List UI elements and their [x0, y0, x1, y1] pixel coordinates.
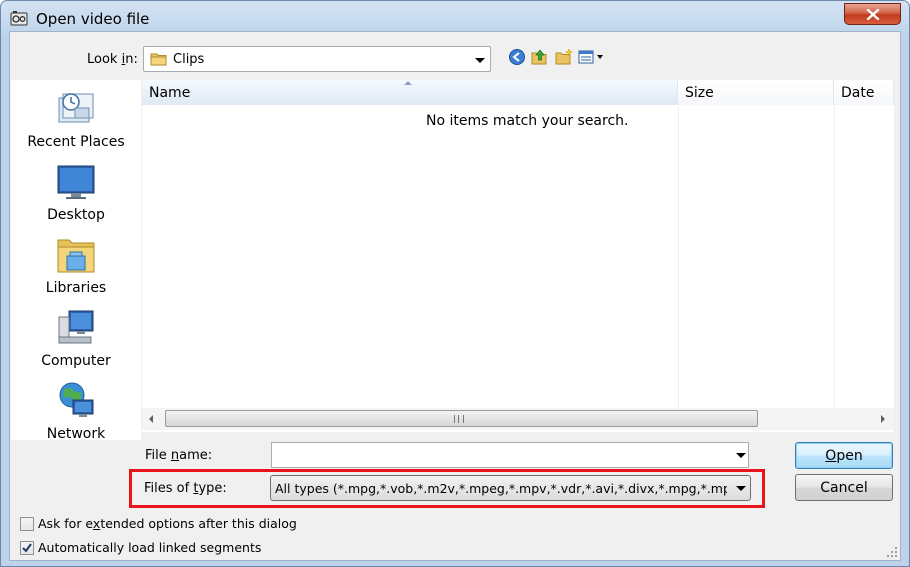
close-icon [866, 9, 880, 20]
open-video-dialog: Open video file Look in: Clips Recent Pl… [0, 0, 910, 567]
chevron-down-icon[interactable] [475, 58, 485, 63]
window-title: Open video file [36, 10, 150, 28]
column-header-date[interactable]: Date [834, 80, 894, 105]
cancel-button[interactable]: Cancel [795, 474, 893, 501]
recent-places-icon [58, 93, 94, 123]
up-folder-icon[interactable] [531, 48, 549, 66]
network-icon [59, 382, 94, 417]
place-label: Computer [41, 353, 111, 369]
checkmark-icon [22, 543, 32, 553]
chevron-down-icon[interactable] [736, 453, 746, 458]
look-in-value: Clips [173, 52, 205, 67]
scrollbar-thumb[interactable] [165, 410, 758, 427]
places-bar: Recent Places Desktop Libraries Computer… [11, 80, 141, 442]
computer-icon [58, 310, 94, 344]
auto-load-segments-checkbox[interactable] [20, 541, 34, 555]
column-divider [834, 105, 835, 408]
view-menu-icon[interactable] [578, 48, 608, 66]
file-type-label: Files of type: [144, 481, 227, 496]
grip-icon [454, 415, 464, 423]
chevron-down-icon[interactable] [736, 486, 746, 491]
close-button[interactable] [844, 3, 901, 25]
place-network[interactable]: Network [11, 380, 141, 450]
app-icon [10, 11, 28, 26]
auto-load-segments-label[interactable]: Automatically load linked segments [38, 540, 261, 555]
file-list[interactable]: Name Size Date No items match your searc… [142, 80, 894, 432]
desktop-icon [57, 165, 95, 199]
place-label: Desktop [47, 207, 105, 223]
new-folder-icon[interactable] [555, 48, 573, 66]
ask-extended-options-checkbox[interactable] [20, 517, 34, 531]
place-recent-places[interactable]: Recent Places [11, 88, 141, 158]
libraries-icon [57, 239, 95, 273]
ask-extended-options-label[interactable]: Ask for extended options after this dial… [38, 516, 297, 531]
scroll-right-icon[interactable] [881, 415, 885, 423]
look-in-combobox[interactable]: Clips [143, 46, 491, 72]
dialog-client-area: Look in: Clips Recent Places Desktop Lib… [9, 31, 901, 561]
place-label: Libraries [45, 280, 107, 296]
place-label: Network [46, 426, 106, 442]
empty-message: No items match your search. [426, 113, 629, 129]
file-type-value: All types (*.mpg,*.vob,*.m2v,*.mpeg,*.mp… [275, 481, 727, 496]
column-divider [678, 105, 679, 408]
scroll-left-icon[interactable] [149, 415, 153, 423]
place-computer[interactable]: Computer [11, 307, 141, 377]
place-desktop[interactable]: Desktop [11, 161, 141, 231]
file-name-input[interactable] [274, 445, 724, 465]
file-type-select[interactable]: All types (*.mpg,*.vob,*.m2v,*.mpeg,*.mp… [270, 475, 751, 501]
open-button[interactable]: Open [795, 442, 893, 469]
look-in-label: Look in: [87, 52, 138, 67]
column-header-name[interactable]: Name [142, 80, 678, 105]
column-header-size[interactable]: Size [678, 80, 834, 105]
resize-grip-icon[interactable] [886, 546, 898, 558]
sort-ascending-icon [404, 81, 412, 85]
list-header: Name Size Date [142, 80, 894, 105]
folder-icon [150, 53, 167, 66]
horizontal-scrollbar[interactable] [142, 408, 894, 430]
file-name-label: File name: [145, 448, 213, 463]
place-libraries[interactable]: Libraries [11, 234, 141, 304]
file-name-combobox[interactable] [271, 442, 749, 468]
back-icon[interactable] [508, 48, 526, 66]
place-label: Recent Places [27, 134, 125, 150]
